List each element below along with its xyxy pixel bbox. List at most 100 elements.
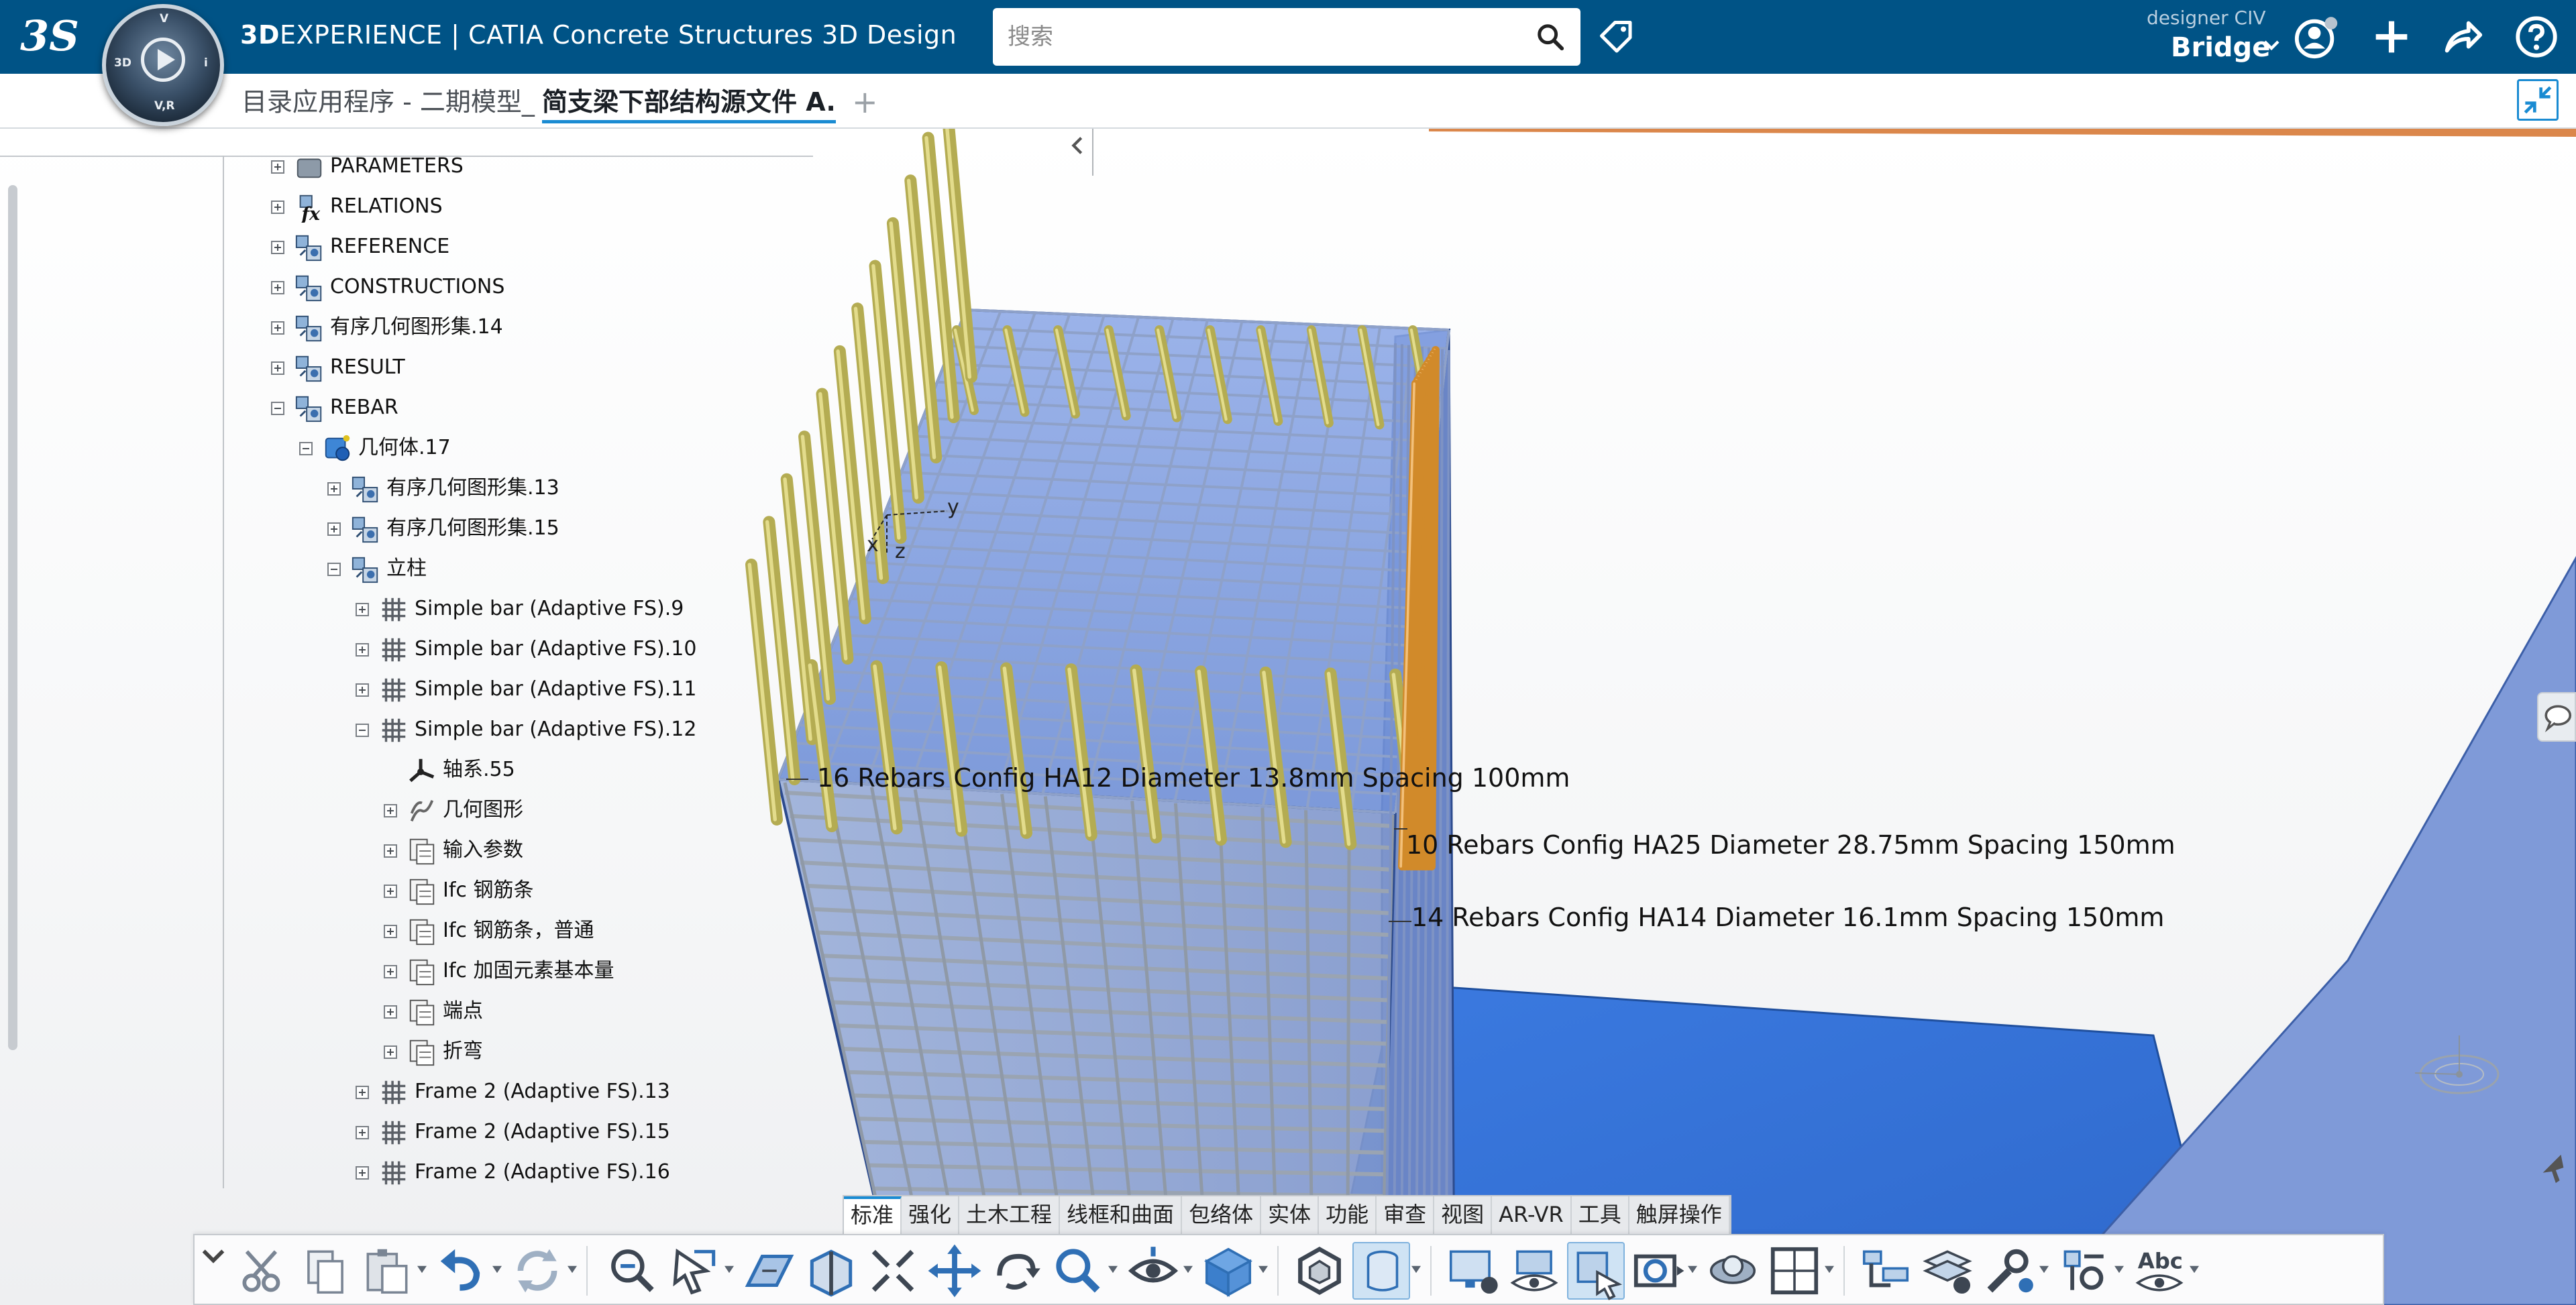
- action-tab[interactable]: 触屏操作: [1629, 1196, 1730, 1234]
- abc-view-icon[interactable]: Abc: [2131, 1242, 2188, 1300]
- dropdown-arrow-icon[interactable]: [1410, 1265, 1422, 1274]
- capture-icon[interactable]: [1629, 1242, 1686, 1300]
- select-icon[interactable]: [665, 1242, 723, 1300]
- iso-view-icon[interactable]: [1199, 1242, 1257, 1300]
- tree-node[interactable]: Simple bar (Adaptive FS).12: [0, 711, 805, 748]
- add-tab-icon[interactable]: +: [852, 83, 878, 121]
- expand-icon[interactable]: [384, 965, 397, 978]
- play-icon[interactable]: [141, 38, 185, 82]
- plane-icon[interactable]: [741, 1242, 798, 1300]
- dropdown-arrow-icon[interactable]: [1257, 1265, 1269, 1274]
- tree-node[interactable]: fx RELATIONS: [0, 188, 805, 225]
- collapse-icon[interactable]: [271, 402, 284, 415]
- expand-icon[interactable]: [356, 643, 369, 657]
- rotate-icon[interactable]: [987, 1242, 1045, 1300]
- dassault-logo-icon[interactable]: 3S: [20, 9, 80, 63]
- tree-node[interactable]: 有序几何图形集.15: [0, 510, 805, 547]
- expand-icon[interactable]: [384, 885, 397, 898]
- tree-node[interactable]: 轴系.55: [0, 751, 805, 789]
- expand-icon[interactable]: [384, 1005, 397, 1019]
- search-icon[interactable]: [1535, 21, 1566, 52]
- tree-node[interactable]: PARAMETERS: [0, 148, 805, 185]
- action-tab[interactable]: 包络体: [1182, 1196, 1262, 1234]
- tree-node[interactable]: 端点: [0, 992, 805, 1030]
- compass-icon[interactable]: V 3D i V,R: [102, 4, 224, 126]
- zoom-icon[interactable]: [1049, 1242, 1107, 1300]
- rebar-annotation-ha25[interactable]: 10 Rebars Config HA25 Diameter 28.75mm S…: [1406, 830, 2176, 860]
- section-icon[interactable]: [802, 1242, 860, 1300]
- dropdown-arrow-icon[interactable]: [2038, 1265, 2050, 1274]
- dropdown-arrow-icon[interactable]: [2188, 1265, 2200, 1274]
- collapse-icon[interactable]: [356, 724, 369, 737]
- tree-node[interactable]: Frame 2 (Adaptive FS).13: [0, 1073, 805, 1111]
- action-tab[interactable]: AR-VR: [1492, 1196, 1572, 1234]
- expand-icon[interactable]: [356, 683, 369, 697]
- expand-icon[interactable]: [356, 1166, 369, 1180]
- action-tab[interactable]: 标准: [844, 1196, 902, 1234]
- layer-filter-icon[interactable]: [1919, 1242, 1976, 1300]
- tree-node[interactable]: 输入参数: [0, 832, 805, 869]
- action-tab[interactable]: 土木工程: [959, 1196, 1061, 1234]
- pick-icon[interactable]: [2055, 1242, 2113, 1300]
- help-icon[interactable]: [2513, 13, 2560, 60]
- undo-icon[interactable]: [433, 1242, 491, 1300]
- search-input[interactable]: [1008, 19, 1517, 55]
- expand-icon[interactable]: [271, 160, 284, 174]
- tree-node[interactable]: 几何体.17: [0, 429, 805, 467]
- display-screen-icon[interactable]: [1444, 1242, 1501, 1300]
- comment-icon[interactable]: [2537, 692, 2576, 742]
- measure-icon[interactable]: [604, 1242, 661, 1300]
- expand-icon[interactable]: [327, 522, 341, 536]
- tree-node[interactable]: Frame 2 (Adaptive FS).15: [0, 1113, 805, 1151]
- tree-node[interactable]: RESULT: [0, 349, 805, 386]
- dropdown-arrow-icon[interactable]: [1823, 1265, 1835, 1274]
- tree-node[interactable]: REFERENCE: [0, 228, 805, 266]
- expand-icon[interactable]: [384, 1045, 397, 1059]
- rebar-annotation-ha14[interactable]: 14 Rebars Config HA14 Diameter 16.1mm Sp…: [1411, 903, 2164, 932]
- tag-icon[interactable]: [1597, 17, 1637, 58]
- user-avatar-icon[interactable]: [2293, 13, 2340, 60]
- dropdown-arrow-icon[interactable]: [723, 1265, 735, 1274]
- expand-icon[interactable]: [384, 804, 397, 817]
- tree-node[interactable]: Ifc 加固元素基本量: [0, 952, 805, 990]
- update-icon[interactable]: [508, 1242, 566, 1300]
- tree-reorder-icon[interactable]: [1857, 1242, 1915, 1300]
- action-tab[interactable]: 功能: [1319, 1196, 1377, 1234]
- action-tab[interactable]: 实体: [1261, 1196, 1320, 1234]
- fit-all-icon[interactable]: [864, 1242, 922, 1300]
- chevron-down-icon[interactable]: [2262, 39, 2281, 52]
- tree-node[interactable]: 折弯: [0, 1033, 805, 1070]
- cut-icon[interactable]: [235, 1242, 292, 1300]
- action-tab[interactable]: 工具: [1572, 1196, 1629, 1234]
- action-tab[interactable]: 线框和曲面: [1060, 1196, 1183, 1234]
- collapse-icon[interactable]: [327, 563, 341, 576]
- expand-icon[interactable]: [356, 1086, 369, 1099]
- tree-node[interactable]: Frame 2 (Adaptive FS).16: [0, 1153, 805, 1188]
- tools-icon[interactable]: [1980, 1242, 2038, 1300]
- action-tab[interactable]: 强化: [902, 1196, 960, 1234]
- copy-icon[interactable]: [297, 1242, 354, 1300]
- multi-view-icon[interactable]: [1766, 1242, 1823, 1300]
- pan-icon[interactable]: [926, 1242, 983, 1300]
- expand-icon[interactable]: [271, 361, 284, 375]
- dropdown-arrow-icon[interactable]: [566, 1265, 578, 1274]
- dropdown-arrow-icon[interactable]: [491, 1265, 503, 1274]
- shading-icon[interactable]: [1291, 1242, 1348, 1300]
- tree-node[interactable]: 有序几何图形集.13: [0, 469, 805, 507]
- expand-icon[interactable]: [384, 925, 397, 938]
- expand-icon[interactable]: [271, 321, 284, 335]
- add-icon[interactable]: [2368, 13, 2415, 60]
- action-tab[interactable]: 审查: [1377, 1196, 1435, 1234]
- dropdown-arrow-icon[interactable]: [1686, 1265, 1699, 1274]
- collab-space-selector[interactable]: Bridge: [2171, 32, 2270, 63]
- normal-view-icon[interactable]: [1124, 1242, 1182, 1300]
- tree-node[interactable]: Simple bar (Adaptive FS).9: [0, 590, 805, 628]
- paste-icon[interactable]: [358, 1242, 416, 1300]
- collapse-view-icon[interactable]: [2517, 79, 2559, 121]
- tree-node[interactable]: Ifc 钢筋条: [0, 872, 805, 909]
- dropdown-arrow-icon[interactable]: [2113, 1265, 2125, 1274]
- view-compass-icon[interactable]: [2408, 1026, 2502, 1100]
- share-icon[interactable]: [2439, 13, 2486, 60]
- tree-collapse-icon[interactable]: [1060, 133, 1095, 158]
- expand-icon[interactable]: [384, 844, 397, 858]
